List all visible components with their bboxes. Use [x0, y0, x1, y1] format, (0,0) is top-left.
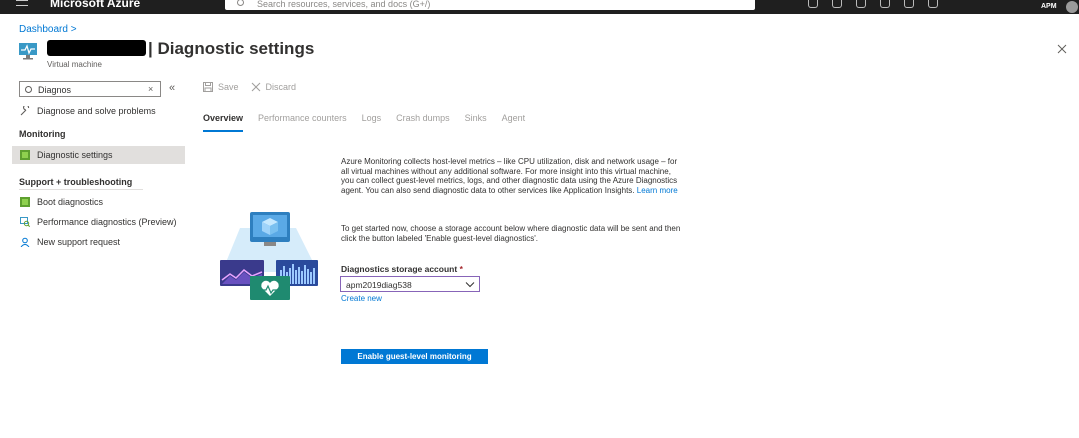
discard-label: Discard — [265, 82, 297, 92]
collapse-sidebar-button[interactable]: « — [169, 82, 175, 94]
sidebar-heading-monitoring: Monitoring — [19, 129, 66, 139]
wrench-icon — [20, 106, 30, 116]
feedback-icon[interactable] — [928, 0, 938, 8]
avatar[interactable] — [1066, 1, 1078, 13]
directory-icon[interactable] — [832, 0, 842, 8]
create-new-link[interactable]: Create new — [341, 294, 382, 303]
portal-brand[interactable]: Microsoft Azure — [50, 0, 140, 10]
sidebar-item-performance-diagnostics[interactable]: Performance diagnostics (Preview) — [12, 213, 185, 231]
discard-icon — [251, 82, 260, 92]
tab-crash-dumps[interactable]: Crash dumps — [396, 113, 450, 127]
global-search-placeholder: Search resources, services, and docs (G+… — [257, 0, 431, 9]
search-icon — [25, 86, 32, 93]
storage-account-value: apm2019diag538 — [346, 280, 412, 290]
close-icon[interactable] — [1055, 42, 1069, 56]
tab-overview[interactable]: Overview — [203, 113, 244, 132]
divider — [19, 189, 143, 190]
instructions-text: To get started now, choose a storage acc… — [341, 224, 681, 243]
sidebar-search[interactable]: × — [19, 81, 161, 97]
storage-account-label: Diagnostics storage account * — [341, 264, 463, 274]
required-marker: * — [459, 264, 463, 274]
redacted-vm-name — [47, 40, 146, 56]
virtual-machine-icon — [19, 43, 37, 60]
storage-account-dropdown[interactable]: apm2019diag538 — [340, 276, 480, 292]
storage-account-label-text: Diagnostics storage account — [341, 264, 458, 274]
cloud-shell-icon[interactable] — [808, 0, 818, 8]
tab-agent[interactable]: Agent — [502, 113, 526, 127]
menu-icon[interactable] — [16, 0, 28, 6]
command-bar: Save Discard — [203, 82, 296, 92]
sidebar-search-input[interactable] — [38, 84, 138, 95]
sidebar-heading-support: Support + troubleshooting — [19, 177, 133, 187]
global-search-input[interactable]: Search resources, services, and docs (G+… — [225, 0, 755, 10]
tab-sinks[interactable]: Sinks — [465, 113, 487, 127]
save-button[interactable]: Save — [203, 82, 239, 92]
settings-icon[interactable] — [880, 0, 890, 8]
clear-search-icon[interactable]: × — [148, 84, 153, 94]
tab-logs[interactable]: Logs — [362, 113, 382, 127]
sidebar-item-new-support-request[interactable]: New support request — [12, 233, 185, 251]
account-name[interactable]: APM — [1041, 3, 1057, 10]
performance-diagnostics-icon — [20, 217, 30, 227]
breadcrumb[interactable]: Dashboard > — [19, 24, 77, 35]
chevron-down-icon — [465, 282, 475, 288]
intro-text: Azure Monitoring collects host-level met… — [341, 157, 686, 195]
save-label: Save — [218, 82, 239, 92]
search-icon — [237, 0, 244, 6]
tab-performance-counters[interactable]: Performance counters — [258, 113, 347, 127]
intro-body: Azure Monitoring collects host-level met… — [341, 157, 678, 195]
support-person-icon — [20, 237, 30, 247]
resource-type: Virtual machine — [47, 60, 102, 69]
tab-bar: Overview Performance counters Logs Crash… — [203, 113, 526, 132]
top-bar: Microsoft Azure Search resources, servic… — [0, 0, 1079, 14]
diagnostics-illustration — [220, 212, 318, 300]
notifications-icon[interactable] — [856, 0, 866, 8]
sidebar-item-diagnose[interactable]: Diagnose and solve problems — [12, 102, 185, 120]
sidebar-item-label: Boot diagnostics — [37, 197, 104, 207]
sidebar-item-boot-diagnostics[interactable]: Boot diagnostics — [12, 193, 185, 211]
sidebar-item-label: Diagnose and solve problems — [37, 106, 156, 116]
discard-button[interactable]: Discard — [251, 82, 297, 92]
enable-guest-level-monitoring-button[interactable]: Enable guest-level monitoring — [341, 349, 488, 364]
learn-more-link[interactable]: Learn more — [637, 186, 678, 195]
sidebar-item-label: Diagnostic settings — [37, 150, 113, 160]
sidebar-item-diagnostic-settings[interactable]: Diagnostic settings — [12, 146, 185, 164]
sidebar-item-label: New support request — [37, 237, 121, 247]
diagnostic-settings-icon — [20, 150, 30, 160]
help-icon[interactable] — [904, 0, 914, 8]
sidebar-item-label: Performance diagnostics (Preview) — [37, 217, 177, 227]
save-icon — [203, 82, 213, 92]
boot-diagnostics-icon — [20, 197, 30, 207]
page-title: | Diagnostic settings — [148, 39, 315, 58]
